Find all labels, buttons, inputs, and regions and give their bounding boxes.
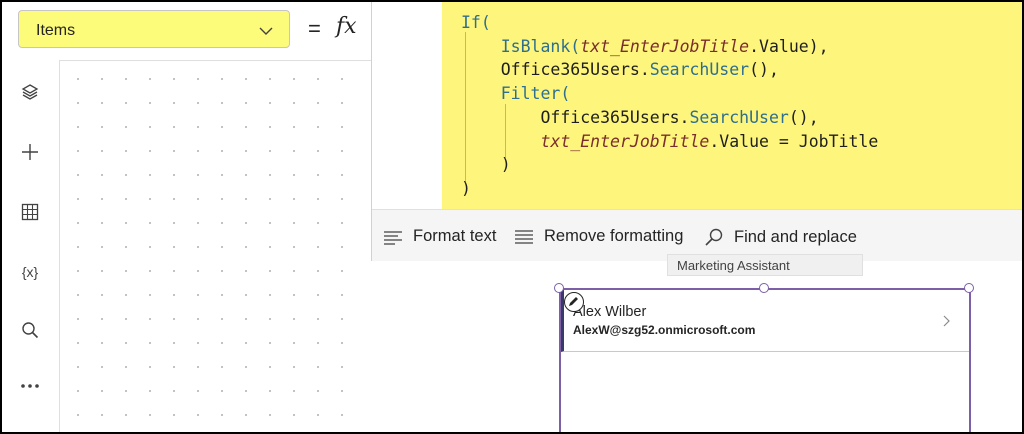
format-text-icon [384,230,402,245]
app-window: Items = fx {x} If(IsBlank(txt_EnterJobT… [0,0,1024,434]
table-icon[interactable] [18,200,42,224]
user-name: Alex Wilber [573,304,647,320]
resize-handle[interactable] [759,283,769,293]
formula-line: Office365Users.SearchUser(), [500,60,779,80]
remove-formatting-button[interactable]: Remove formatting [514,227,683,246]
formula-code[interactable]: If( IsBlank(txt_EnterJobTitle.Value), Of… [442,2,1022,209]
chevron-right-icon[interactable] [943,314,951,332]
fx-icon[interactable]: fx [336,14,357,39]
format-text-label: Format text [413,227,497,245]
formula-line: txt_EnterJobTitle.Value = JobTitle [540,131,879,151]
find-replace-label: Find and replace [734,227,857,246]
add-icon[interactable] [18,140,42,164]
chevron-down-icon [259,23,273,41]
formula-line: If( [461,13,491,32]
formula-line: Filter( [500,84,571,104]
resize-handle[interactable] [964,283,974,293]
formula-line: Office365Users.SearchUser(), [540,107,819,127]
formula-line: ) [500,155,511,175]
job-title-hint: Marketing Assistant [667,254,863,276]
variables-icon[interactable]: {x} [18,260,42,284]
equals-sign: = [308,16,321,41]
more-icon[interactable] [18,374,42,398]
find-replace-button[interactable]: Find and replace [704,227,857,247]
formula-line: IsBlank(txt_EnterJobTitle.Value), [500,36,829,56]
formula-text[interactable]: If( IsBlank(txt_EnterJobTitle.Value), Of… [461,11,878,201]
property-label: Items [36,22,76,39]
resize-handle[interactable] [554,283,564,293]
edit-pencil-icon[interactable] [564,292,584,312]
users-gallery[interactable]: Alex Wilber AlexW@szg52.onmicrosoft.com [559,288,971,432]
layers-icon[interactable] [18,80,42,104]
search-icon[interactable] [18,318,42,342]
remove-formatting-label: Remove formatting [544,227,684,245]
format-text-button[interactable]: Format text [383,227,496,246]
property-dropdown[interactable]: Items [18,10,290,48]
formula-line: ) [461,178,471,198]
left-rail: {x} [2,60,60,432]
formula-editor[interactable]: If( IsBlank(txt_EnterJobTitle.Value), Of… [371,2,1022,261]
user-email: AlexW@szg52.onmicrosoft.com [573,323,756,337]
remove-formatting-icon [515,229,533,244]
list-item[interactable]: Alex Wilber AlexW@szg52.onmicrosoft.com [561,290,969,352]
search-icon [705,228,723,246]
